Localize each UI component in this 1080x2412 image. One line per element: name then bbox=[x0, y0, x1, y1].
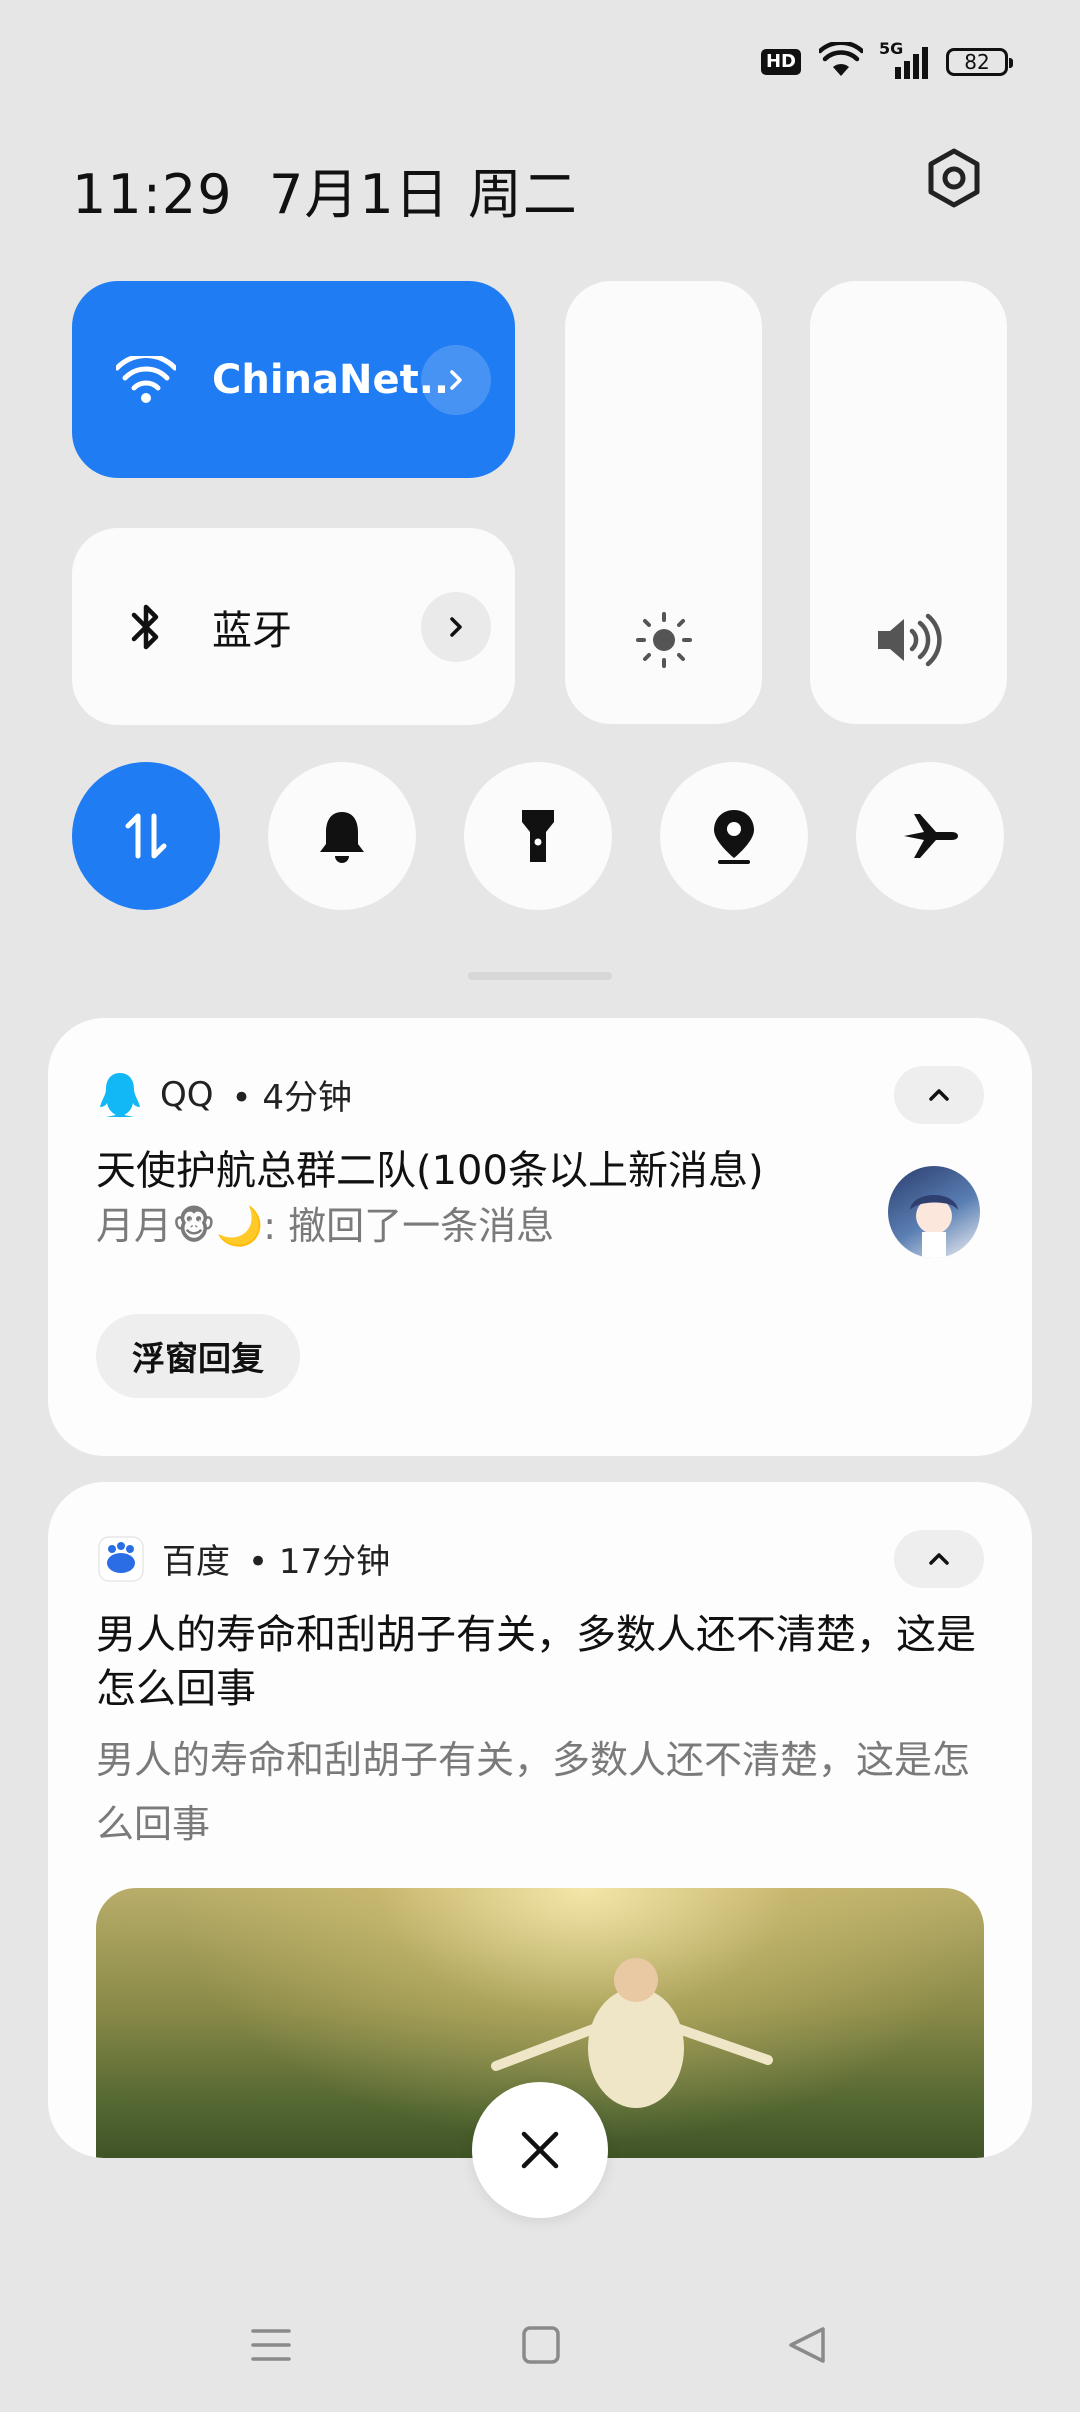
float-reply-button[interactable]: 浮窗回复 bbox=[96, 1314, 300, 1398]
collapse-button[interactable] bbox=[894, 1066, 984, 1124]
navigation-bar bbox=[0, 2320, 1080, 2370]
chevron-up-icon bbox=[929, 1553, 949, 1565]
home-nav-button[interactable] bbox=[516, 2320, 566, 2370]
hd-badge: HD bbox=[760, 49, 801, 75]
chevron-right-icon bbox=[450, 369, 462, 390]
notification-time: • 4分钟 bbox=[231, 1078, 353, 1118]
notification-body: 男人的寿命和刮胡子有关，多数人还不清楚，这是怎么回事 bbox=[96, 1738, 971, 1846]
baidu-paw-icon bbox=[98, 1536, 144, 1581]
do-not-disturb-toggle[interactable] bbox=[268, 762, 416, 910]
notification-header: 百度 • 17分钟 bbox=[98, 1534, 390, 1583]
bluetooth-icon bbox=[116, 597, 176, 657]
bluetooth-label: 蓝牙 bbox=[212, 607, 292, 654]
app-name: QQ bbox=[160, 1074, 214, 1115]
sun-icon bbox=[636, 612, 692, 668]
settings-gear-icon[interactable] bbox=[922, 146, 986, 210]
network-type: 5G bbox=[879, 39, 904, 58]
notification-body: 月月🐵🌙: 撤回了一条消息 bbox=[96, 1204, 555, 1248]
data-transfer-icon bbox=[125, 813, 167, 859]
avatar bbox=[888, 1166, 980, 1258]
home-square-icon bbox=[522, 2326, 560, 2364]
panel-grabber[interactable] bbox=[468, 972, 612, 980]
notification-time: • 17分钟 bbox=[248, 1542, 391, 1582]
bell-icon bbox=[320, 812, 364, 863]
menu-nav-button[interactable] bbox=[246, 2320, 296, 2370]
airplane-icon bbox=[904, 814, 958, 858]
wifi-network-name: ChinaNet.. bbox=[212, 356, 450, 403]
wifi-icon bbox=[116, 350, 176, 410]
close-icon bbox=[521, 2131, 559, 2169]
flashlight-icon bbox=[522, 810, 554, 862]
menu-icon bbox=[251, 2329, 291, 2361]
wifi-signal-icon bbox=[817, 40, 865, 82]
status-bar: HD 5G 82 bbox=[760, 38, 1013, 86]
location-pin-icon bbox=[714, 810, 754, 864]
mobile-data-toggle[interactable] bbox=[72, 762, 220, 910]
baidu-notification-card[interactable]: 百度 • 17分钟 男人的寿命和刮胡子有关，多数人还不清楚，这是怎么回事 男人的… bbox=[48, 1482, 1032, 2158]
clear-all-button[interactable] bbox=[472, 2082, 608, 2218]
flashlight-toggle[interactable] bbox=[464, 762, 612, 910]
battery-level: 82 bbox=[964, 50, 990, 74]
qq-penguin-icon bbox=[100, 1072, 140, 1117]
collapse-button[interactable] bbox=[894, 1530, 984, 1588]
notification-title: 男人的寿命和刮胡子有关，多数人还不清楚，这是怎么回事 bbox=[96, 1612, 976, 1712]
battery-indicator: 82 bbox=[946, 48, 1013, 76]
volume-slider[interactable] bbox=[810, 281, 1007, 724]
back-triangle-icon bbox=[789, 2327, 825, 2363]
bluetooth-tile[interactable]: 蓝牙 bbox=[72, 528, 515, 725]
chevron-right-icon bbox=[450, 616, 462, 637]
chevron-up-icon bbox=[929, 1089, 949, 1101]
wifi-tile[interactable]: ChinaNet.. bbox=[72, 281, 515, 478]
location-toggle[interactable] bbox=[660, 762, 808, 910]
speaker-icon bbox=[878, 613, 942, 667]
back-nav-button[interactable] bbox=[782, 2320, 832, 2370]
brightness-slider[interactable] bbox=[565, 281, 762, 724]
time-date: 11:29 7月1日 周二 bbox=[72, 150, 578, 229]
notification-title: 天使护航总群二队(100条以上新消息) bbox=[96, 1148, 764, 1194]
airplane-mode-toggle[interactable] bbox=[856, 762, 1004, 910]
wifi-details-button[interactable] bbox=[421, 344, 491, 415]
qq-notification-card[interactable]: QQ • 4分钟 天使护航总群二队(100条以上新消息) 月月🐵🌙: 撤回了一条… bbox=[48, 1018, 1032, 1456]
clock-time: 11:29 bbox=[72, 163, 233, 226]
bluetooth-details-button[interactable] bbox=[421, 591, 491, 662]
notification-header: QQ • 4分钟 bbox=[98, 1070, 352, 1119]
app-name: 百度 bbox=[162, 1542, 230, 1582]
cellular-signal-icon: 5G bbox=[879, 39, 928, 79]
date-label: 7月1日 周二 bbox=[268, 163, 578, 226]
